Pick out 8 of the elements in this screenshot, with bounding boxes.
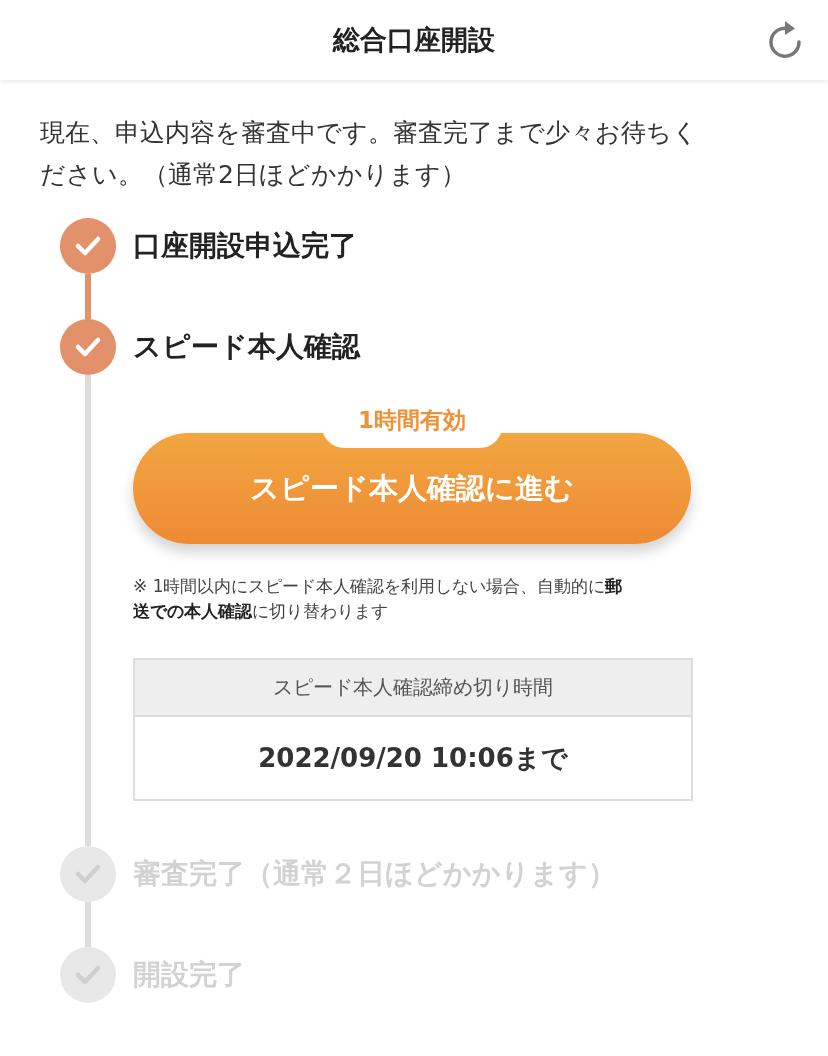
- deadline-value: 2022/09/20 10:06まで: [257, 742, 569, 775]
- step-label: スピード本人確認: [133, 329, 362, 365]
- step-label: 口座開設申込完了: [133, 228, 358, 264]
- deadline-heading: スピード本人確認締め切り時間: [135, 660, 691, 717]
- status-message: 現在、申込内容を審査中です。審査完了まで少々お待ちください。（通常2日ほどかかります）: [40, 117, 699, 191]
- note-text: ※ 1時間以内にスピード本人確認を利用しない場合、自動的に郵送での本人確認に切り替わります: [133, 575, 624, 623]
- proceed-button[interactable]: スピード本人確認に進む: [133, 433, 691, 544]
- page-title: 総合口座開設: [333, 23, 495, 57]
